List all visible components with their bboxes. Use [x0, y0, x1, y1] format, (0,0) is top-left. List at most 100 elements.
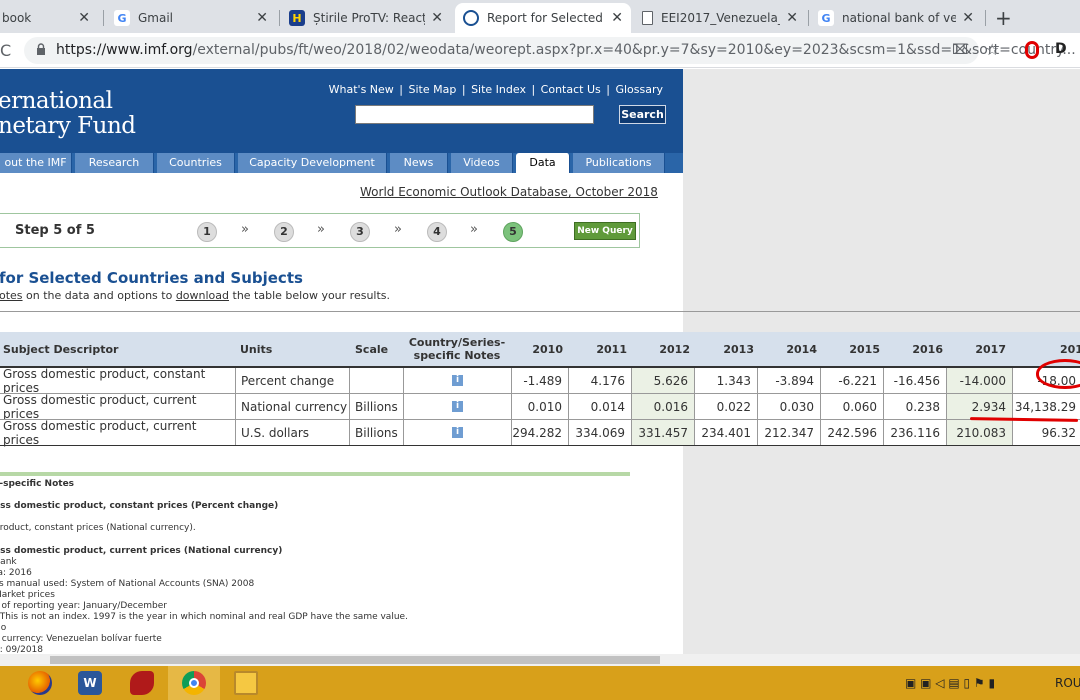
header-year: 2010 — [532, 342, 563, 356]
cell-value: -1.489 — [512, 368, 569, 393]
nav-news[interactable]: News — [390, 153, 448, 173]
link-glossary[interactable]: Glossary — [613, 83, 665, 96]
weo-database-link[interactable]: World Economic Outlook Database, October… — [360, 185, 658, 199]
word-icon[interactable]: W — [64, 666, 116, 700]
header-year: 2014 — [786, 342, 817, 356]
cell-value: -16.456 — [884, 368, 947, 393]
opera-icon[interactable] — [1025, 41, 1039, 59]
close-tab-icon[interactable]: ✕ — [78, 10, 90, 26]
close-tab-icon[interactable]: ✕ — [962, 10, 974, 26]
notes-link[interactable]: otes — [0, 289, 23, 302]
language-indicator[interactable]: ROU — [1055, 676, 1080, 690]
tab-gmail[interactable]: G Gmail ✕ — [106, 3, 276, 33]
link-whats-new[interactable]: What's New — [327, 83, 396, 96]
tab-imf-report[interactable]: Report for Selected Cou ✕ — [455, 3, 631, 33]
cell-value: 96.32 — [1013, 420, 1080, 445]
new-tab-button[interactable]: + — [995, 6, 1012, 30]
link-contact-us[interactable]: Contact Us — [539, 83, 603, 96]
note-line: ta: 2016 — [0, 568, 32, 578]
horizontal-scrollbar[interactable] — [0, 654, 1080, 666]
close-tab-icon[interactable]: ✕ — [611, 10, 623, 26]
header-year: 2017 — [975, 342, 1006, 356]
info-icon[interactable]: i — [452, 401, 463, 412]
link-site-map[interactable]: Site Map — [407, 83, 459, 96]
tab-facebook[interactable]: book ✕ — [0, 3, 98, 33]
main-nav: out the IMF Research Countries Capacity … — [0, 153, 683, 173]
cell-scale: Billions — [350, 420, 404, 445]
table-row: Gross domestic product, current prices N… — [0, 393, 1080, 421]
note-line: . This is not an index. 1997 is the year… — [0, 612, 408, 622]
note-line: d: 09/2018 — [0, 645, 43, 654]
note-line: s of reporting year: January/December — [0, 601, 167, 611]
note-line: Bank — [0, 557, 17, 567]
nav-publications[interactable]: Publications — [573, 153, 665, 173]
step-4-button[interactable]: 4 — [427, 222, 447, 242]
nav-about-imf[interactable]: out the IMF — [0, 153, 72, 173]
tab-title: Report for Selected Cou — [487, 11, 605, 25]
file-explorer-icon[interactable] — [220, 666, 272, 700]
close-tab-icon[interactable]: ✕ — [786, 10, 798, 26]
browser-tab-bar: book ✕ G Gmail ✕ H Știrile ProTV: Reacți… — [0, 0, 1080, 33]
info-icon[interactable]: i — [452, 375, 463, 386]
google-icon: G — [114, 10, 130, 26]
header-year: 2012 — [659, 342, 690, 356]
address-bar: C https://www.imf.org/external/pubs/ft/w… — [0, 33, 1080, 68]
url-text[interactable]: https://www.imf.org/external/pubs/ft/weo… — [56, 42, 1076, 58]
tab-protv[interactable]: H Știrile ProTV: Reacția u ✕ — [281, 3, 451, 33]
search-input[interactable] — [355, 105, 594, 124]
firefox-icon[interactable] — [14, 666, 66, 700]
nav-videos[interactable]: Videos — [451, 153, 513, 173]
cell-value: 0.030 — [758, 394, 821, 419]
step-5-button[interactable]: 5 — [503, 222, 523, 242]
nav-research[interactable]: Research — [75, 153, 154, 173]
chrome-icon[interactable] — [168, 666, 220, 700]
nav-data[interactable]: Data — [516, 153, 570, 173]
tab-eei2017[interactable]: EEI2017_Venezuela_en ✕ — [634, 3, 806, 33]
game-icon[interactable] — [116, 666, 168, 700]
notes-heading: s-specific Notes — [0, 479, 75, 489]
extension-icon[interactable]: D — [1055, 41, 1073, 59]
cell-value: 0.016 — [632, 394, 695, 419]
step-arrow-icon: » — [470, 222, 478, 237]
step-arrow-icon: » — [394, 222, 402, 237]
notes-divider — [0, 472, 630, 476]
search-button[interactable]: Search — [619, 105, 666, 124]
header-year: 2013 — [723, 342, 754, 356]
step-2-button[interactable]: 2 — [274, 222, 294, 242]
cell-subject: Gross domestic product, current prices — [0, 419, 236, 447]
note-line: product, constant prices (National curre… — [0, 523, 196, 533]
step-label: Step 5 of 5 — [15, 223, 95, 238]
nav-capacity-development[interactable]: Capacity Development — [238, 153, 387, 173]
reload-icon[interactable]: C — [0, 41, 11, 60]
windows-taskbar: W ▣ ▣ ◁ ▤ ▯ ⚑ ▮ ROU — [0, 666, 1080, 700]
page-viewport: ernational netary Fund What's New | Site… — [0, 69, 1080, 654]
download-link[interactable]: download — [176, 289, 229, 302]
nav-countries[interactable]: Countries — [157, 153, 235, 173]
scrollbar-thumb[interactable] — [50, 656, 660, 664]
table-row: Gross domestic product, constant prices … — [0, 366, 1080, 395]
step-1-button[interactable]: 1 — [197, 222, 217, 242]
screen: book ✕ G Gmail ✕ H Știrile ProTV: Reacți… — [0, 0, 1080, 700]
header-notes: Country/Series- specific Notes — [408, 336, 506, 362]
close-tab-icon[interactable]: ✕ — [431, 10, 443, 26]
cell-scale: Billions — [350, 394, 404, 419]
header-scale: Scale — [355, 342, 389, 356]
tab-google-search[interactable]: G national bank of vene ✕ — [810, 3, 982, 33]
link-site-index[interactable]: Site Index — [469, 83, 528, 96]
imf-header: ernational netary Fund What's New | Site… — [0, 69, 683, 153]
report-subtitle: otes on the data and options to download… — [0, 289, 391, 302]
header-year: 2016 — [912, 342, 943, 356]
bookmark-star-icon[interactable]: ☆ — [985, 40, 999, 59]
omnibox[interactable]: https://www.imf.org/external/pubs/ft/weo… — [24, 37, 1076, 64]
translate-icon[interactable]: ⌧ — [952, 42, 968, 58]
google-icon: G — [818, 10, 834, 26]
step-arrow-icon: » — [241, 222, 249, 237]
imf-globe-icon — [463, 10, 479, 26]
tray-icons[interactable]: ▣ ▣ ◁ ▤ ▯ ⚑ ▮ — [905, 676, 995, 690]
new-query-button[interactable]: New Query — [574, 222, 636, 240]
imf-logo[interactable]: ernational netary Fund — [0, 89, 136, 139]
close-tab-icon[interactable]: ✕ — [256, 10, 268, 26]
step-3-button[interactable]: 3 — [350, 222, 370, 242]
lock-icon — [37, 43, 45, 55]
info-icon[interactable]: i — [452, 427, 463, 438]
